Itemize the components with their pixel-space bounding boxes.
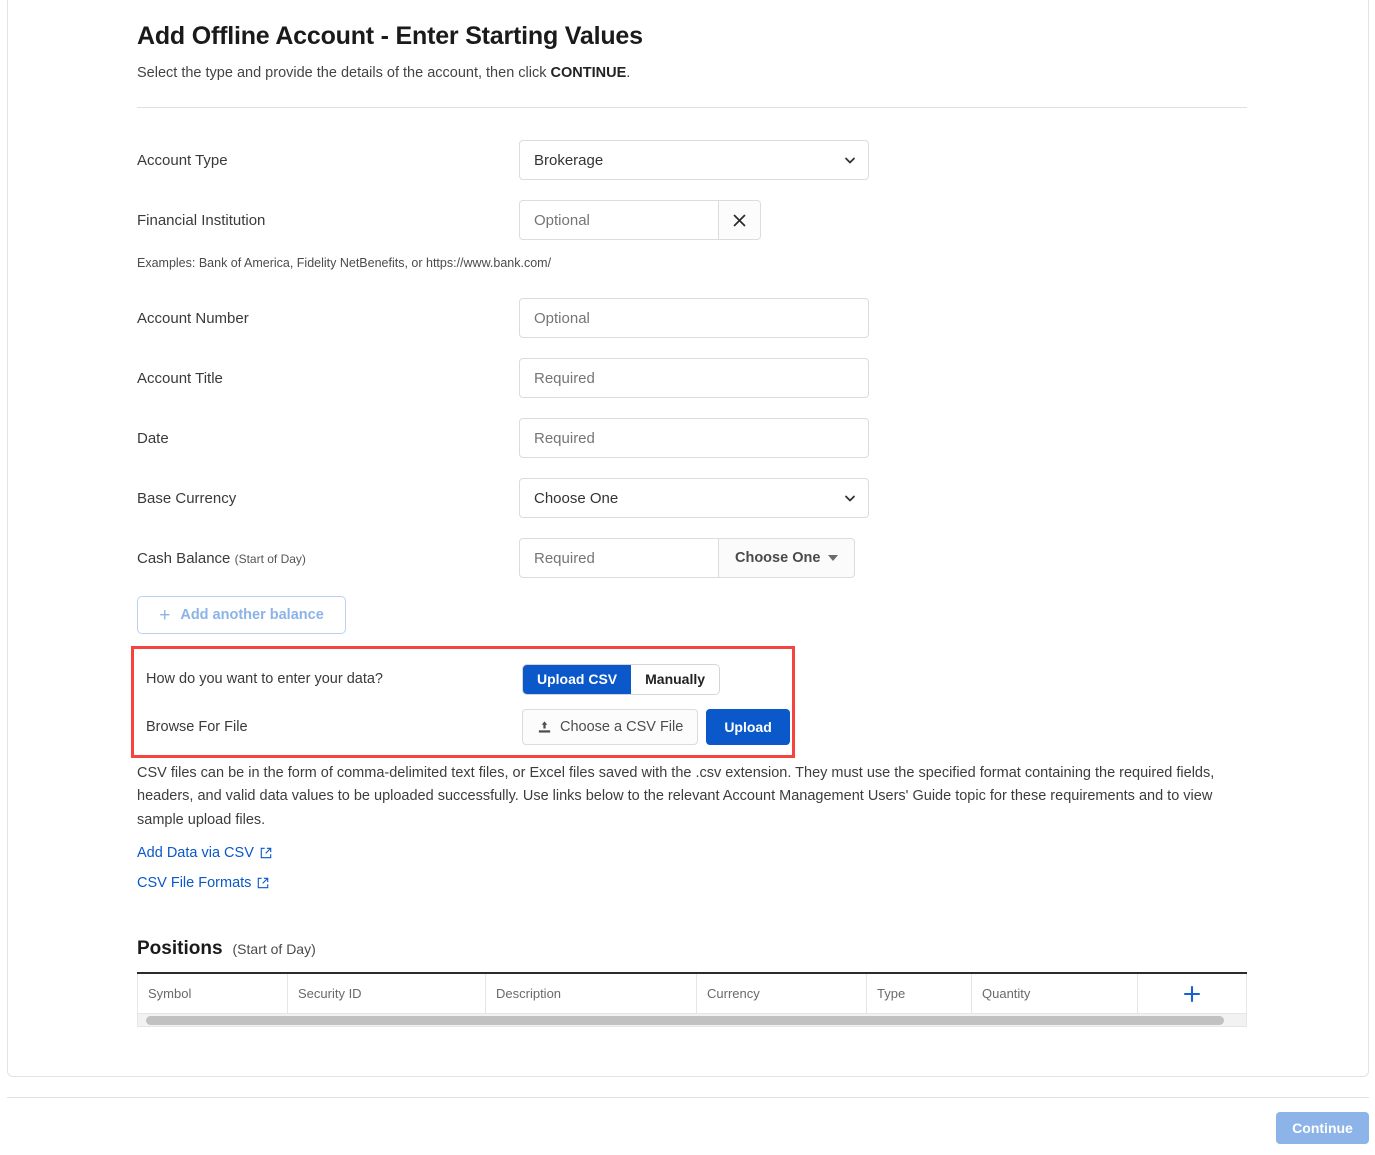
account-number-input[interactable] — [519, 298, 869, 338]
link-row-add-data-via-csv: Add Data via CSV — [137, 832, 1247, 862]
financial-institution-hint: Examples: Bank of America, Fidelity NetB… — [137, 256, 1247, 270]
browse-controls: Choose a CSV File Upload — [522, 709, 790, 745]
row-entry-mode: How do you want to enter your data? Uplo… — [146, 655, 792, 703]
add-position-row-button[interactable] — [1138, 974, 1246, 1013]
upload-button[interactable]: Upload — [706, 709, 789, 745]
choose-csv-file-button[interactable]: Choose a CSV File — [522, 709, 698, 745]
financial-institution-clear-button[interactable] — [719, 200, 761, 240]
base-currency-value: Choose One — [534, 490, 618, 507]
column-header-quantity[interactable]: Quantity — [972, 974, 1138, 1013]
csv-entry-highlight-box: How do you want to enter your data? Uplo… — [131, 646, 795, 758]
plus-icon — [1182, 984, 1202, 1004]
label-cash-balance: Cash Balance (Start of Day) — [137, 550, 519, 567]
control-financial-institution — [519, 200, 761, 240]
label-financial-institution: Financial Institution — [137, 212, 519, 229]
control-base-currency: Choose One — [519, 478, 869, 518]
label-account-number: Account Number — [137, 310, 519, 327]
account-type-value: Brokerage — [534, 152, 603, 169]
row-base-currency: Base Currency Choose One — [137, 474, 1247, 522]
link-csv-file-formats[interactable]: CSV File Formats — [137, 875, 269, 891]
account-type-select[interactable]: Brokerage — [519, 140, 869, 180]
column-header-security-id[interactable]: Security ID — [288, 974, 486, 1013]
chevron-down-icon — [844, 154, 856, 166]
plus-icon: + — [159, 606, 170, 625]
subtitle-text-after: . — [626, 65, 630, 81]
footer-divider — [7, 1097, 1369, 1098]
account-form: Account Type Brokerage Financial Institu… — [137, 108, 1247, 634]
row-account-type: Account Type Brokerage — [137, 136, 1247, 184]
add-another-balance-label: Add another balance — [180, 607, 323, 623]
positions-horizontal-scrollbar[interactable] — [137, 1014, 1247, 1027]
row-financial-institution: Financial Institution — [137, 196, 1247, 244]
row-account-number: Account Number — [137, 294, 1247, 342]
caret-down-icon — [828, 555, 838, 561]
base-currency-select[interactable]: Choose One — [519, 478, 869, 518]
chevron-down-icon — [844, 492, 856, 504]
column-header-symbol[interactable]: Symbol — [138, 974, 288, 1013]
control-date — [519, 418, 869, 458]
row-cash-balance: Cash Balance (Start of Day) Choose One — [137, 534, 1247, 582]
subtitle-emphasis: CONTINUE — [551, 65, 627, 81]
form-content: Add Offline Account - Enter Starting Val… — [137, 0, 1247, 1027]
external-link-icon — [260, 847, 272, 859]
control-cash-balance: Choose One — [519, 538, 855, 578]
column-header-currency[interactable]: Currency — [697, 974, 867, 1013]
date-input[interactable] — [519, 418, 869, 458]
positions-header: Positions (Start of Day) — [137, 938, 1247, 960]
row-browse-for-file: Browse For File Choose a CSV File Upload — [146, 703, 792, 751]
positions-title: Positions — [137, 938, 223, 960]
positions-table-header-row: Symbol Security ID Description Currency … — [137, 974, 1247, 1014]
entry-mode-option-manually[interactable]: Manually — [631, 665, 719, 694]
choose-csv-file-label: Choose a CSV File — [560, 719, 683, 735]
cash-balance-input[interactable] — [519, 538, 719, 578]
entry-mode-option-upload-csv[interactable]: Upload CSV — [523, 665, 631, 694]
csv-description-paragraph: CSV files can be in the form of comma-de… — [137, 762, 1247, 832]
subtitle-text-before: Select the type and provide the details … — [137, 65, 551, 81]
csv-section-wrapper: How do you want to enter your data? Uplo… — [137, 646, 1247, 762]
link-add-data-via-csv-label: Add Data via CSV — [137, 845, 254, 861]
positions-subtitle: (Start of Day) — [233, 941, 316, 957]
label-entry-mode: How do you want to enter your data? — [146, 671, 522, 687]
link-csv-file-formats-label: CSV File Formats — [137, 875, 251, 891]
cash-balance-currency-label: Choose One — [735, 550, 820, 566]
row-date: Date — [137, 414, 1247, 462]
page-card: Add Offline Account - Enter Starting Val… — [7, 0, 1369, 1077]
control-account-title — [519, 358, 869, 398]
continue-button[interactable]: Continue — [1276, 1112, 1369, 1144]
link-row-csv-file-formats: CSV File Formats — [137, 862, 1247, 892]
row-account-title: Account Title — [137, 354, 1247, 402]
column-header-type[interactable]: Type — [867, 974, 972, 1013]
label-date: Date — [137, 430, 519, 447]
add-another-balance-button[interactable]: + Add another balance — [137, 596, 346, 634]
cash-balance-label-note: (Start of Day) — [235, 552, 306, 566]
cash-balance-label-text: Cash Balance — [137, 550, 230, 567]
entry-mode-toggle-group: Upload CSV Manually — [522, 664, 720, 695]
control-account-number — [519, 298, 869, 338]
financial-institution-input[interactable] — [519, 200, 719, 240]
column-header-description[interactable]: Description — [486, 974, 697, 1013]
label-base-currency: Base Currency — [137, 490, 519, 507]
label-browse-for-file: Browse For File — [146, 719, 522, 735]
external-link-icon — [257, 877, 269, 889]
positions-scrollbar-thumb[interactable] — [146, 1016, 1224, 1025]
label-account-title: Account Title — [137, 370, 519, 387]
account-title-input[interactable] — [519, 358, 869, 398]
upload-icon — [537, 720, 552, 735]
page-title: Add Offline Account - Enter Starting Val… — [137, 0, 1247, 51]
close-icon — [733, 214, 746, 227]
cash-balance-currency-button[interactable]: Choose One — [719, 538, 855, 578]
label-account-type: Account Type — [137, 152, 519, 169]
control-account-type: Brokerage — [519, 140, 869, 180]
link-add-data-via-csv[interactable]: Add Data via CSV — [137, 845, 272, 861]
page-subtitle: Select the type and provide the details … — [137, 51, 1247, 81]
